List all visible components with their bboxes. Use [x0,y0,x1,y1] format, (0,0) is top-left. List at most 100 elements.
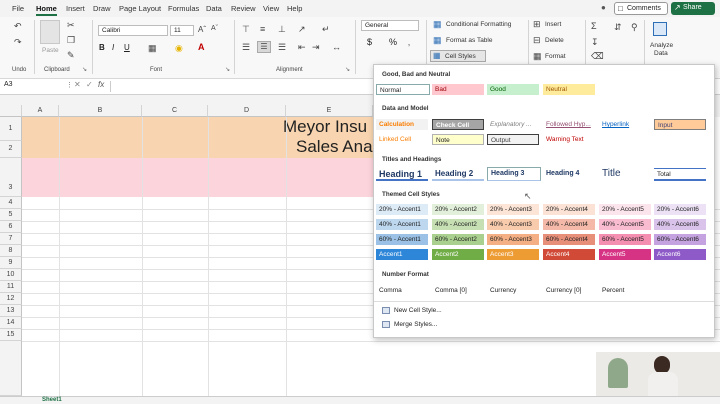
underline-button[interactable]: U [124,43,130,52]
align-top-icon[interactable]: ⊤ [242,24,250,35]
style-good[interactable]: Good [487,84,539,95]
decrease-indent-icon[interactable]: ⇤ [298,42,306,53]
style-input[interactable]: Input [654,119,706,130]
style-heading-3[interactable]: Heading 3 [487,167,541,181]
style-accent2[interactable]: Accent2 [432,249,484,260]
style-warning-text[interactable]: Warning Text [543,134,595,145]
row-header-1[interactable]: 1 [0,117,22,141]
copy-icon[interactable]: ❐ [67,35,75,46]
align-right-icon[interactable]: ☰ [278,42,286,53]
cut-icon[interactable]: ✂ [67,20,75,31]
wrap-text-icon[interactable]: ↵ [322,24,330,35]
italic-button[interactable]: I [112,43,114,52]
increase-font-icon[interactable]: Aˆ [198,25,206,34]
style-followed-hyperlink[interactable]: Followed Hyp... [543,119,595,130]
style-currency[interactable]: Currency [487,285,539,296]
undo-icon[interactable]: ↶ [14,21,22,32]
clipboard-launcher-icon[interactable]: ↘ [82,66,87,73]
style-40-accent4[interactable]: 40% - Accent4 [543,219,595,230]
record-icon[interactable]: ● [601,3,606,12]
percent-button[interactable]: % [389,37,397,47]
style-percent[interactable]: Percent [599,285,651,296]
tab-insert[interactable]: Insert [66,4,85,13]
row-header-3[interactable]: 3 [0,158,22,197]
style-20-accent3[interactable]: 20% - Accent3 [487,204,539,215]
style-accent3[interactable]: Accent3 [487,249,539,260]
row-header-11[interactable]: 11 [0,281,22,293]
style-40-accent2[interactable]: 40% - Accent2 [432,219,484,230]
delete-button[interactable]: Delete [545,37,564,44]
paste-button[interactable]: Paste [42,47,59,54]
format-button[interactable]: Format [545,53,566,60]
format-as-table-button[interactable]: Format as Table [446,37,492,44]
cell-styles-button[interactable]: ▦ Cell Styles [430,50,486,62]
share-button[interactable]: ↗ Share [671,2,715,15]
style-normal[interactable]: Normal [376,84,430,95]
alignment-launcher-icon[interactable]: ↘ [345,66,350,73]
bold-button[interactable]: B [99,43,105,52]
analyze-data-label-2[interactable]: Data [654,50,668,57]
name-box-dropdown-icon[interactable]: ⋮ [66,81,73,89]
column-header-b[interactable]: B [59,105,142,117]
merge-styles-item[interactable]: Merge Styles... [382,321,437,328]
column-header-c[interactable]: C [142,105,208,117]
style-total[interactable]: Total [654,168,706,181]
style-40-accent6[interactable]: 40% - Accent6 [654,219,706,230]
font-launcher-icon[interactable]: ↘ [225,66,230,73]
style-60-accent4[interactable]: 60% - Accent4 [543,234,595,245]
style-20-accent4[interactable]: 20% - Accent4 [543,204,595,215]
style-20-accent6[interactable]: 20% - Accent6 [654,204,706,215]
tab-data[interactable]: Data [206,4,222,13]
sort-filter-icon[interactable]: ⇵ [614,22,622,33]
style-comma-0[interactable]: Comma [0] [432,285,484,296]
style-accent1[interactable]: Accent1 [376,249,428,260]
tab-formulas[interactable]: Formulas [168,4,199,13]
style-calculation[interactable]: Calculation [376,119,428,130]
sheet-tab[interactable]: Sheet1 [42,397,62,403]
enter-icon[interactable]: ✓ [86,80,93,89]
row-header-5[interactable]: 5 [0,209,22,221]
style-linked-cell[interactable]: Linked Cell [376,134,428,145]
style-20-accent2[interactable]: 20% - Accent2 [432,204,484,215]
align-middle-icon[interactable]: ≡ [260,24,265,34]
style-title[interactable]: Title [599,166,651,180]
style-neutral[interactable]: Neutral [543,84,595,95]
style-output[interactable]: Output [487,134,539,145]
merge-center-icon[interactable]: ↔ [332,42,341,52]
style-accent4[interactable]: Accent4 [543,249,595,260]
style-40-accent3[interactable]: 40% - Accent3 [487,219,539,230]
style-20-accent5[interactable]: 20% - Accent5 [599,204,651,215]
insert-button[interactable]: Insert [545,21,561,28]
row-header-6[interactable]: 6 [0,221,22,233]
borders-icon[interactable]: ▦ [148,43,157,54]
conditional-formatting-button[interactable]: Conditional Formatting [446,21,511,28]
column-header-d[interactable]: D [208,105,286,117]
find-select-icon[interactable]: ⚲ [631,22,638,33]
fill-icon[interactable]: ↧ [591,37,599,48]
row-header-4[interactable]: 4 [0,197,22,209]
currency-button[interactable]: $ [367,37,372,47]
tab-home[interactable]: Home [36,4,57,16]
row-header-15[interactable]: 15 [0,329,22,341]
column-header-a[interactable]: A [22,105,59,117]
row-header-8[interactable]: 8 [0,245,22,257]
column-header-e[interactable]: E [286,105,373,117]
style-heading-2[interactable]: Heading 2 [432,167,484,181]
clear-icon[interactable]: ⌫ [591,51,604,62]
fx-icon[interactable]: fx [98,80,104,89]
font-size-dropdown[interactable]: 11 [170,25,194,36]
style-40-accent1[interactable]: 40% - Accent1 [376,219,428,230]
row-header-10[interactable]: 10 [0,269,22,281]
style-60-accent1[interactable]: 60% - Accent1 [376,234,428,245]
style-hyperlink[interactable]: Hyperlink [599,119,651,130]
autosum-icon[interactable]: Σ [591,21,597,31]
row-header-12[interactable]: 12 [0,293,22,305]
analyze-data-icon[interactable] [653,22,667,36]
style-accent6[interactable]: Accent6 [654,249,706,260]
row-header-9[interactable]: 9 [0,257,22,269]
font-color-icon[interactable]: A [198,42,205,52]
fill-color-icon[interactable]: ◉ [175,43,183,54]
style-heading-4[interactable]: Heading 4 [543,168,595,181]
row-header-14[interactable]: 14 [0,317,22,329]
row-header-13[interactable]: 13 [0,305,22,317]
